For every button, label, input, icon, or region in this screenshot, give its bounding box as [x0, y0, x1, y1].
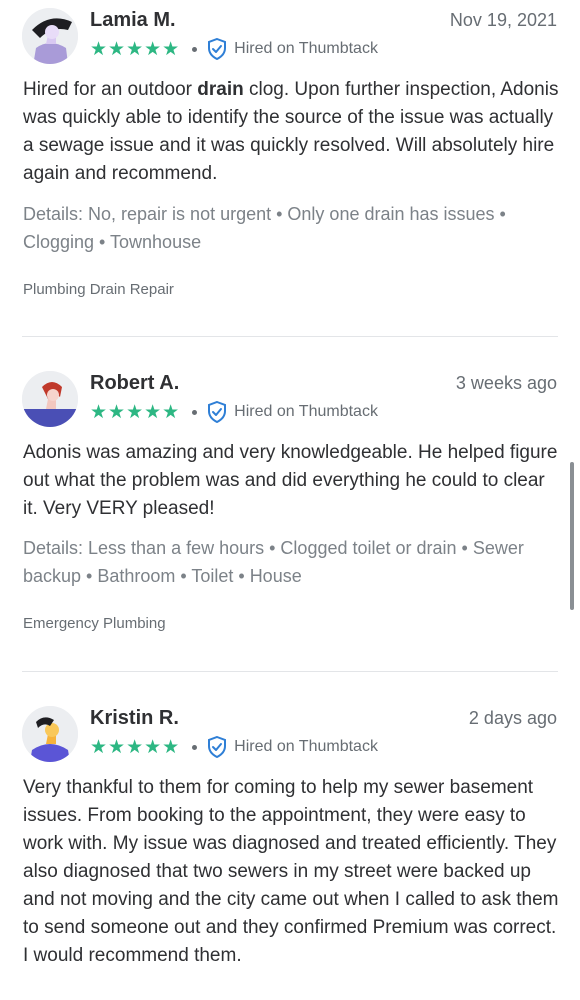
- avatar[interactable]: [22, 706, 78, 762]
- separator-dot: [192, 744, 198, 750]
- review-meta: ★★★★★ Hired on Thumbtack: [90, 736, 378, 758]
- review-card: Kristin R. 2 days ago ★★★★★ Hired on Thu…: [0, 0, 580, 1000]
- review-text: Very thankful to them for coming to help…: [23, 777, 559, 966]
- review-date: 2 days ago: [468, 708, 557, 728]
- reviewer-name: Kristin R.: [90, 707, 179, 729]
- scrollbar[interactable]: [570, 462, 574, 610]
- verified-shield-icon: [208, 736, 227, 758]
- star-rating: ★★★★★: [90, 736, 181, 758]
- hired-on-thumbtack-label: Hired on Thumbtack: [234, 738, 378, 755]
